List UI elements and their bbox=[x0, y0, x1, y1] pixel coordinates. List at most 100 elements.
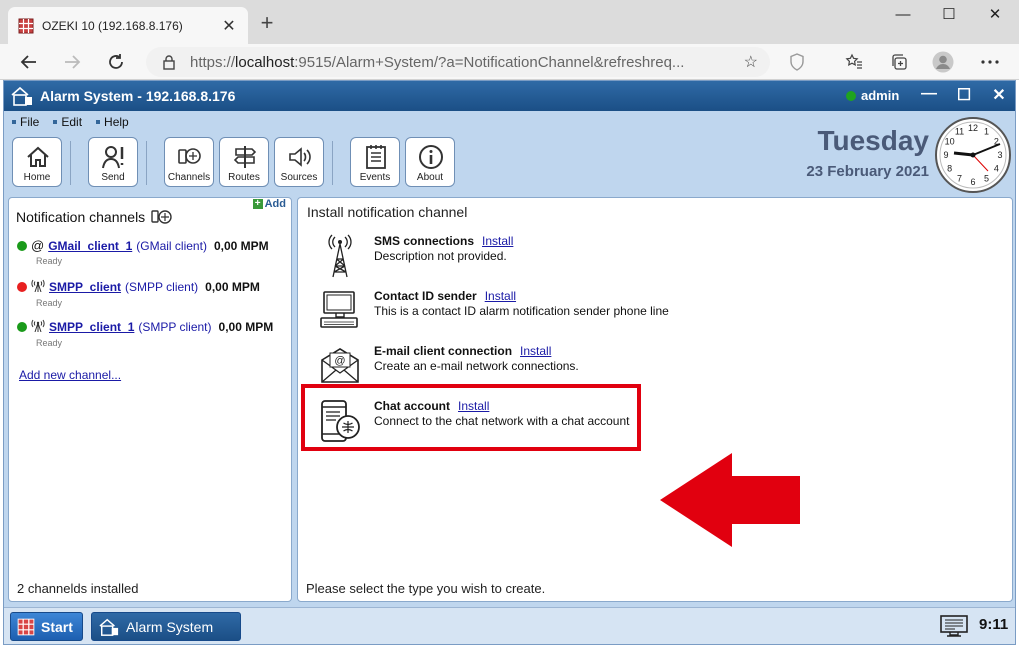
window-maximize-button[interactable]: ☐ bbox=[926, 4, 972, 26]
channel-link[interactable]: SMPP_client bbox=[49, 280, 121, 294]
toolbar-events-button[interactable]: Events bbox=[350, 137, 400, 187]
antenna-tower-icon bbox=[328, 234, 352, 278]
clock-numeral: 1 bbox=[984, 127, 989, 137]
alarm-house-icon bbox=[10, 85, 34, 107]
panel-title: Install notification channel bbox=[307, 204, 468, 220]
app-minimize-button[interactable]: — bbox=[916, 85, 942, 103]
red-pointer-arrow-icon bbox=[660, 453, 800, 547]
menu-help[interactable]: Help bbox=[96, 113, 129, 131]
clock-numeral: 5 bbox=[984, 173, 989, 183]
channel-type-contact-id: Contact ID sender Install This is a conta… bbox=[318, 289, 918, 335]
browser-tab[interactable]: OZEKI 10 (192.168.8.176) ✕ bbox=[8, 7, 248, 44]
clock-numeral: 10 bbox=[945, 137, 955, 147]
app-maximize-button[interactable]: ☐ bbox=[951, 85, 977, 105]
routes-icon bbox=[233, 146, 257, 168]
clock-numeral: 6 bbox=[970, 177, 975, 187]
menu-edit[interactable]: Edit bbox=[53, 113, 82, 131]
menu-file[interactable]: File bbox=[12, 113, 39, 131]
clock-numeral: 12 bbox=[968, 123, 978, 133]
favorites-icon[interactable] bbox=[842, 50, 866, 74]
add-new-channel-link[interactable]: Add new channel... bbox=[19, 368, 121, 382]
channel-status: Ready bbox=[36, 298, 63, 308]
antenna-icon bbox=[31, 278, 45, 295]
shield-icon[interactable] bbox=[785, 50, 809, 74]
analog-clock-icon: 12 1234567891011 bbox=[935, 117, 1011, 193]
sources-icon bbox=[289, 147, 311, 167]
browser-toolbar: https://localhost:9515/Alarm+System/?a=N… bbox=[0, 44, 1019, 80]
status-dot-icon bbox=[17, 240, 27, 251]
new-tab-button[interactable]: + bbox=[255, 12, 279, 34]
channels-icon bbox=[151, 210, 172, 224]
install-sms-link[interactable]: Install bbox=[482, 234, 513, 248]
channel-item: @ GMail_client_1 (GMail client) 0,00 MPM… bbox=[17, 238, 289, 266]
tab-close-icon[interactable]: ✕ bbox=[220, 16, 238, 36]
alarm-house-icon bbox=[99, 618, 119, 636]
url-text: https://localhost:9515/Alarm+System/?a=N… bbox=[190, 53, 685, 71]
toolbar-home-button[interactable]: Home bbox=[12, 137, 62, 187]
add-channel-button[interactable]: + Add bbox=[252, 198, 286, 210]
channels-icon bbox=[178, 148, 201, 164]
profile-avatar-icon[interactable] bbox=[931, 50, 955, 74]
start-button[interactable]: Start bbox=[10, 612, 83, 641]
add-favorite-icon[interactable]: ☆ bbox=[744, 52, 758, 72]
app-close-button[interactable]: ✕ bbox=[986, 85, 1012, 105]
refresh-icon[interactable] bbox=[102, 48, 130, 76]
channel-rate: 0,00 MPM bbox=[205, 279, 260, 294]
antenna-icon bbox=[31, 318, 45, 335]
clock-numeral: 7 bbox=[957, 173, 962, 183]
install-hint: Please select the type you wish to creat… bbox=[306, 581, 546, 596]
send-icon bbox=[102, 146, 124, 169]
chat-account-highlight-box bbox=[301, 384, 641, 451]
plus-icon: + bbox=[252, 199, 263, 209]
app-title: Alarm System - 192.168.8.176 bbox=[40, 88, 236, 104]
taskbar-clock: 9:11 bbox=[979, 616, 1009, 633]
clock-numeral: 4 bbox=[994, 164, 999, 174]
events-icon bbox=[366, 145, 386, 169]
install-contact-id-link[interactable]: Install bbox=[485, 289, 516, 303]
taskbar-alarm-system-button[interactable]: Alarm System bbox=[91, 612, 241, 641]
ozeki-favicon-icon bbox=[18, 18, 34, 34]
address-bar[interactable]: https://localhost:9515/Alarm+System/?a=N… bbox=[146, 47, 770, 77]
window-minimize-button[interactable]: — bbox=[880, 4, 926, 26]
browser-tab-strip: OZEKI 10 (192.168.8.176) ✕ + — ☐ ✕ bbox=[0, 0, 1019, 44]
notification-channels-panel: Notification channels + Add @ GMail_clie… bbox=[8, 197, 292, 602]
toolbar-about-button[interactable]: About bbox=[405, 137, 455, 187]
toolbar-channels-button[interactable]: Channels bbox=[164, 137, 214, 187]
status-dot-icon bbox=[17, 281, 27, 292]
channel-type-sms: SMS connections Install Description not p… bbox=[318, 234, 918, 280]
toolbar-separator bbox=[70, 141, 71, 185]
channel-status: Ready bbox=[36, 256, 63, 266]
channel-link[interactable]: GMail_client_1 bbox=[48, 239, 132, 253]
alarm-system-app: Alarm System - 192.168.8.176 admin — ☐ ✕… bbox=[3, 80, 1016, 645]
window-close-button[interactable]: ✕ bbox=[972, 4, 1018, 26]
toolbar-separator bbox=[146, 141, 147, 185]
email-at-icon: @ bbox=[31, 238, 45, 253]
monitor-tray-icon[interactable] bbox=[939, 614, 969, 638]
user-indicator[interactable]: admin bbox=[846, 88, 899, 103]
toolbar-sources-button[interactable]: Sources bbox=[274, 137, 324, 187]
clock-numeral: 9 bbox=[943, 150, 948, 160]
back-arrow-icon[interactable] bbox=[15, 48, 43, 76]
toolbar-routes-button[interactable]: Routes bbox=[219, 137, 269, 187]
taskbar: Start Alarm System 9:11 bbox=[4, 607, 1015, 644]
channels-count: 2 channelds installed bbox=[17, 581, 139, 596]
forward-arrow-icon[interactable] bbox=[58, 48, 86, 76]
status-dot-icon bbox=[17, 321, 27, 332]
install-email-link[interactable]: Install bbox=[520, 344, 551, 358]
ozeki-logo-icon bbox=[17, 618, 35, 635]
online-status-icon bbox=[846, 90, 856, 101]
toolbar-send-button[interactable]: Send bbox=[88, 137, 138, 187]
channel-rate: 0,00 MPM bbox=[218, 319, 274, 334]
clock-numeral: 11 bbox=[955, 127, 964, 137]
channel-rate: 0,00 MPM bbox=[213, 238, 269, 253]
username: admin bbox=[861, 88, 900, 103]
more-menu-icon[interactable] bbox=[978, 50, 1002, 74]
svg-text:@: @ bbox=[334, 355, 345, 367]
toolbar-separator bbox=[332, 141, 333, 185]
envelope-icon: @ bbox=[321, 348, 359, 383]
channel-item: SMPP_client_1 (SMPP client) 0,00 MPM Rea… bbox=[17, 318, 289, 348]
lock-icon bbox=[162, 54, 176, 70]
app-titlebar: Alarm System - 192.168.8.176 admin — ☐ ✕ bbox=[4, 81, 1015, 111]
channel-link[interactable]: SMPP_client_1 bbox=[49, 320, 134, 334]
collections-icon[interactable] bbox=[887, 50, 911, 74]
